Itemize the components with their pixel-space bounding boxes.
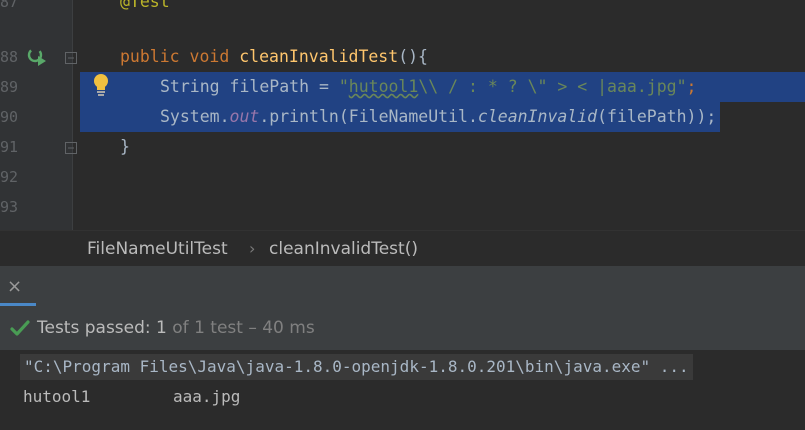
line-number: 89 [0, 78, 19, 96]
line-number: 90 [0, 108, 19, 126]
tests-passed-status: Tests passed: 1 of 1 test – 40 ms [37, 318, 315, 338]
check-icon [10, 320, 30, 336]
line-number: 88 [0, 48, 19, 66]
code-line-90[interactable]: 90 System.out.println(FileNameUtil.clean… [0, 102, 805, 132]
code-editor[interactable]: 87 @Test 88 public void cleanInvalidTest… [0, 0, 805, 230]
filepath-declaration: String filePath = "hutool1\\ / : * ? \" … [160, 77, 697, 96]
println-statement: System.out.println(FileNameUtil.cleanInv… [160, 107, 717, 126]
code-line-91[interactable]: 91 } [0, 132, 805, 162]
line-number: 92 [0, 168, 19, 186]
breadcrumb: FileNameUtilTest › cleanInvalidTest() [0, 230, 805, 267]
code-line-88[interactable]: 88 public void cleanInvalidTest(){ [0, 42, 805, 72]
fold-icon[interactable] [65, 52, 77, 64]
breadcrumb-separator: › [249, 239, 256, 258]
code-line-89[interactable]: 89 String filePath = "hutool1\\ / : * ? … [0, 72, 805, 102]
output-text: hutool1 [23, 387, 91, 406]
code-line-87[interactable]: 87 @Test [0, 0, 805, 17]
code-line-93[interactable]: 93 [0, 192, 805, 222]
run-test-icon[interactable] [27, 47, 47, 67]
breadcrumb-class[interactable]: FileNameUtilTest [87, 231, 228, 267]
closing-brace: } [120, 137, 130, 156]
close-icon[interactable]: × [7, 277, 22, 297]
run-tab-strip: × [0, 268, 805, 306]
console-output[interactable]: "C:\Program Files\Java\java-1.8.0-openjd… [0, 350, 805, 430]
run-tab[interactable]: × [0, 268, 36, 306]
lightbulb-icon[interactable] [92, 73, 110, 97]
run-tool-window: × Tests passed: 1 of 1 test – 40 ms "C:\… [0, 268, 805, 430]
line-number: 91 [0, 138, 19, 156]
method-declaration: public void cleanInvalidTest(){ [120, 47, 428, 66]
line-number: 93 [0, 198, 19, 216]
java-command-line[interactable]: "C:\Program Files\Java\java-1.8.0-openjd… [20, 354, 693, 380]
code-line-92[interactable]: 92 [0, 162, 805, 192]
test-status-bar: Tests passed: 1 of 1 test – 40 ms [0, 306, 805, 350]
test-annotation: @Test [120, 0, 170, 11]
fold-icon[interactable] [65, 142, 77, 154]
line-number: 87 [0, 0, 19, 11]
output-text: aaa.jpg [173, 387, 241, 406]
breadcrumb-method[interactable]: cleanInvalidTest() [269, 231, 418, 267]
